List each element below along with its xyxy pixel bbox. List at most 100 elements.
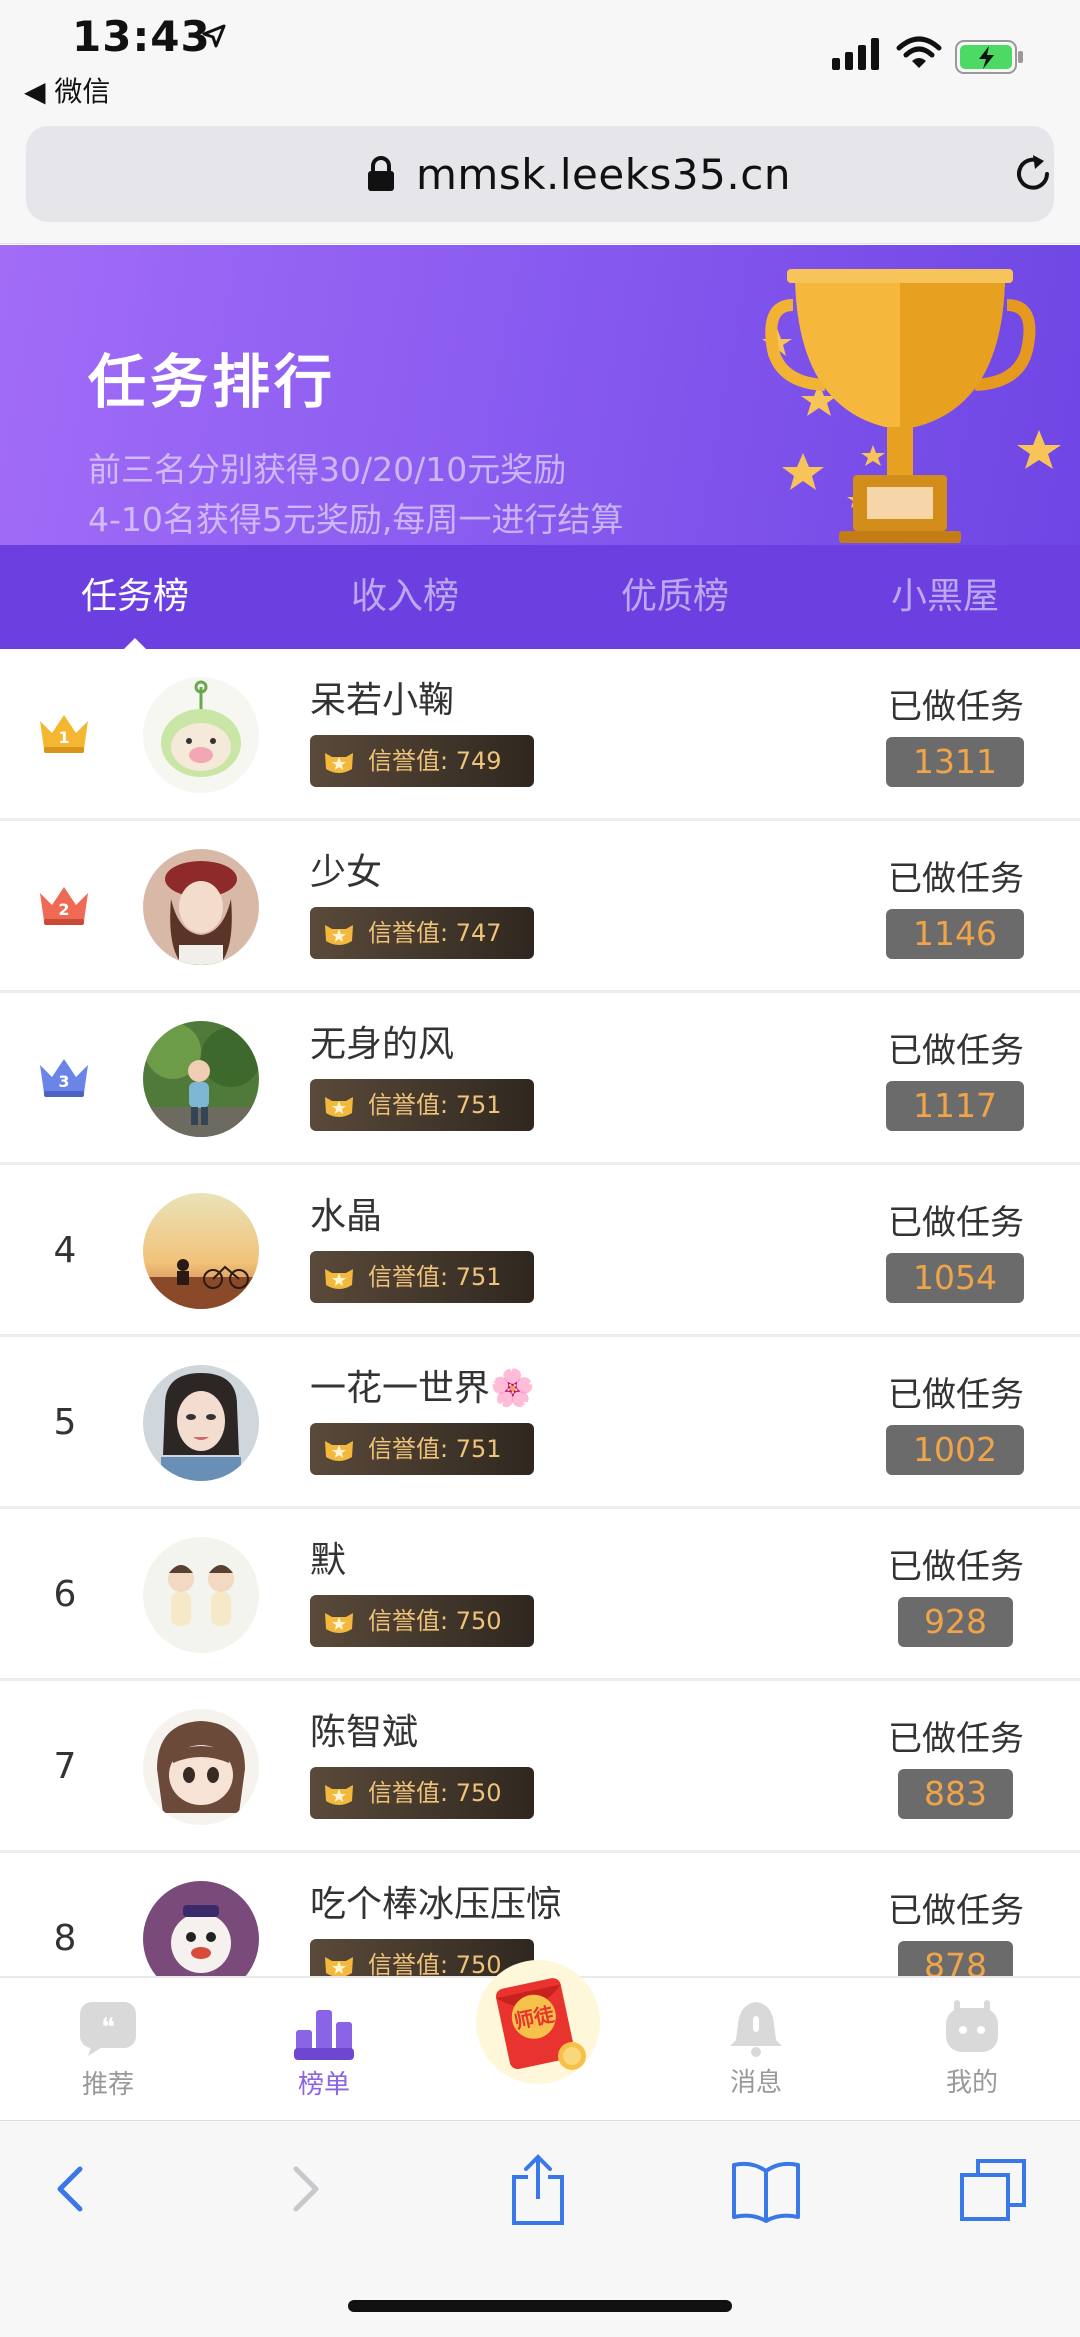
share-icon[interactable] (508, 2153, 568, 2225)
user-name: 默 (310, 1540, 347, 1581)
ranking-row[interactable]: 6 默 信誉值: 750 已做任务 928 (0, 1509, 1080, 1681)
robot-face-icon (946, 2000, 998, 2052)
user-name: 水晶 (310, 1196, 383, 1237)
tasks-done-label: 已做任务 (888, 1031, 1024, 1071)
credit-badge: 信誉值: 751 (310, 1079, 534, 1131)
bell-icon (730, 2002, 782, 2057)
back-chevron-icon[interactable] (50, 2159, 90, 2219)
ranking-row[interactable]: 4 水晶 信誉值: 751 已做任务 1054 (0, 1165, 1080, 1337)
tabs-icon[interactable] (958, 2157, 1028, 2223)
nav-ranking-label: 榜单 (297, 2070, 350, 2100)
reload-icon[interactable] (1011, 152, 1055, 196)
avatar (143, 1021, 259, 1137)
user-name: 呆若小鞠 (310, 680, 455, 721)
credit-value: 751 (455, 1435, 502, 1463)
ranking-banner: 任务排行 前三名分别获得30/20/10元奖励 4-10名获得5元奖励,每周一进… (0, 245, 1080, 545)
ranking-podium-icon (294, 2010, 354, 2060)
credit-cat-icon (325, 753, 353, 773)
crown-rank-number: 3 (58, 1072, 69, 1091)
rank-number: 4 (53, 1230, 77, 1271)
credit-cat-icon (325, 1957, 353, 1976)
tab-quality-ranking[interactable]: 优质榜 (540, 545, 810, 649)
credit-badge: 信誉值: 749 (310, 735, 534, 787)
ranking-row[interactable]: 8 吃个棒冰压压惊 信誉值: 750 已做任务 878 (0, 1853, 1080, 1976)
user-name: 陈智斌 (310, 1712, 419, 1753)
ranking-row[interactable]: 3 无身的风 信誉值: 751 已做任务 1117 (0, 993, 1080, 1165)
avatar (143, 1709, 259, 1825)
user-name: 一花一世界🌸 (310, 1368, 535, 1409)
tasks-done-count: 878 (898, 1941, 1013, 1976)
tab-blacklist[interactable]: 小黑屋 (810, 545, 1080, 649)
credit-cat-icon (325, 1613, 353, 1633)
credit-value: 749 (455, 747, 502, 775)
credit-prefix: 信誉值: (368, 1951, 456, 1976)
credit-prefix: 信誉值: (368, 919, 456, 947)
nav-recommend[interactable]: ❝ 推荐 (38, 1978, 178, 2122)
nav-master-apprentice[interactable]: 师徒 (476, 1960, 600, 2084)
credit-badge: 信誉值: 751 (310, 1251, 534, 1303)
nav-recommend-label: 推荐 (81, 2070, 134, 2100)
rank-number: 8 (53, 1918, 77, 1959)
credit-prefix: 信誉值: (368, 1435, 456, 1463)
red-envelope-icon: 师徒 (495, 1978, 586, 2070)
avatar (143, 1365, 259, 1481)
tasks-done-count: 1311 (886, 737, 1024, 787)
tasks-done-count: 1002 (886, 1425, 1024, 1475)
user-name: 无身的风 (310, 1024, 455, 1065)
credit-cat-icon (325, 1269, 353, 1289)
url-text: mmsk.leeks35.cn (416, 150, 791, 199)
quote-bubble-icon: ❝ (80, 2002, 136, 2056)
address-bar[interactable]: mmsk.leeks35.cn (26, 126, 1054, 222)
wifi-icon (896, 36, 942, 68)
ranking-row[interactable]: 7 陈智斌 信誉值: 750 已做任务 883 (0, 1681, 1080, 1853)
tasks-done-label: 已做任务 (888, 1375, 1024, 1415)
tasks-done-count: 1146 (886, 909, 1024, 959)
tasks-done-label: 已做任务 (888, 859, 1024, 899)
ranking-list: 1 呆若小鞠 信誉值: 749 已做任务 1311 2 少女 信誉值: 747 … (0, 649, 1080, 1976)
credit-prefix: 信誉值: (368, 747, 456, 775)
trophy-icon (762, 269, 1061, 543)
credit-value: 747 (455, 919, 502, 947)
back-to-app-link[interactable]: ◀ 微信 (24, 70, 110, 110)
nav-messages[interactable]: 消息 (686, 1976, 826, 2120)
svg-text:❝: ❝ (101, 2013, 115, 2043)
forward-chevron-icon[interactable] (286, 2159, 326, 2219)
credit-value: 751 (455, 1091, 502, 1119)
ranking-row[interactable]: 2 少女 信誉值: 747 已做任务 1146 (0, 821, 1080, 993)
credit-prefix: 信誉值: (368, 1091, 456, 1119)
ranking-tabs: 任务榜 收入榜 优质榜 小黑屋 (0, 545, 1080, 649)
gold-crown-rank-1-icon: 1 (40, 715, 88, 753)
tasks-done-label: 已做任务 (888, 1891, 1024, 1931)
nav-me-label: 我的 (945, 2068, 998, 2098)
banner-reward-line-1: 前三名分别获得30/20/10元奖励 (88, 450, 567, 489)
crown-rank-number: 1 (58, 728, 69, 747)
credit-value: 750 (455, 1779, 502, 1807)
credit-value: 750 (455, 1607, 502, 1635)
location-arrow-icon (202, 24, 226, 48)
red-crown-rank-2-icon: 2 (40, 887, 88, 925)
rank-number: 7 (53, 1746, 77, 1787)
ranking-row[interactable]: 1 呆若小鞠 信誉值: 749 已做任务 1311 (0, 649, 1080, 821)
nav-me[interactable]: 我的 (902, 1976, 1042, 2120)
banner-title: 任务排行 (88, 348, 337, 416)
status-bar: 13:43 ◀ 微信 (0, 0, 1080, 120)
credit-prefix: 信誉值: (368, 1607, 456, 1635)
bookmarks-book-icon[interactable] (730, 2159, 802, 2223)
tasks-done-count: 928 (898, 1597, 1013, 1647)
lock-icon (368, 156, 394, 191)
user-name: 少女 (310, 852, 383, 893)
ranking-row[interactable]: 5 一花一世界🌸 信誉值: 751 已做任务 1002 (0, 1337, 1080, 1509)
status-time: 13:43 (72, 12, 211, 61)
nav-ranking[interactable]: 榜单 (254, 1978, 394, 2122)
tab-income-ranking[interactable]: 收入榜 (270, 545, 540, 649)
home-indicator[interactable] (348, 2300, 732, 2312)
tab-task-ranking[interactable]: 任务榜 (0, 545, 270, 649)
avatar (143, 677, 259, 793)
credit-badge: 信誉值: 750 (310, 1767, 534, 1819)
tasks-done-count: 883 (898, 1769, 1013, 1819)
credit-badge: 信誉值: 750 (310, 1595, 534, 1647)
tasks-done-count: 1117 (886, 1081, 1024, 1131)
battery-charging-icon (955, 40, 1023, 74)
banner-reward-line-2: 4-10名获得5元奖励,每周一进行结算 (88, 500, 624, 539)
credit-prefix: 信誉值: (368, 1263, 456, 1291)
